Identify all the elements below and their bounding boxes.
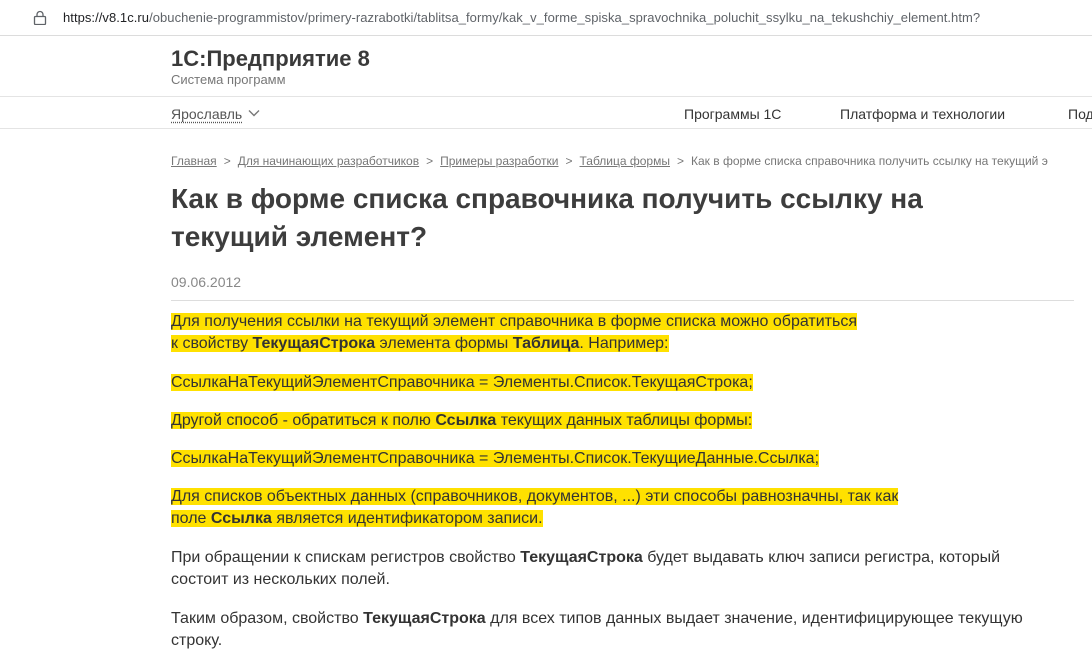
highlighted-text: Другой способ - обратиться к полю Ссылка… bbox=[171, 412, 753, 429]
breadcrumb-separator: > bbox=[223, 154, 231, 168]
highlighted-text: Для получения ссылки на текущий элемент … bbox=[171, 313, 857, 330]
text-span: Таким образом, свойство bbox=[171, 610, 364, 627]
text-span: . Например: bbox=[579, 335, 669, 352]
nav-link-programs[interactable]: Программы 1С bbox=[684, 106, 781, 122]
nav-link-platform[interactable]: Платформа и технологии bbox=[840, 106, 1005, 122]
url-text[interactable]: https://v8.1c.ru/obuchenie-programmistov… bbox=[63, 10, 980, 25]
url-path: /obuchenie-programmistov/primery-razrabo… bbox=[149, 10, 981, 25]
brand-subtitle: Система программ bbox=[171, 72, 286, 87]
text-span: строку. bbox=[171, 632, 223, 649]
breadcrumb-home[interactable]: Главная bbox=[171, 154, 217, 168]
page-title-line1: Как в форме списка справочника получить … bbox=[171, 183, 923, 214]
nav-link-more[interactable]: Под bbox=[1068, 106, 1092, 122]
article-paragraph-1: Для получения ссылки на текущий элемент … bbox=[171, 311, 857, 355]
text-span: является идентификатором записи. bbox=[271, 510, 543, 527]
browser-address-bar[interactable]: https://v8.1c.ru/obuchenie-programmistov… bbox=[0, 0, 1092, 36]
breadcrumb-separator: > bbox=[565, 154, 573, 168]
lock-icon[interactable] bbox=[33, 10, 47, 25]
bold-term: Таблица bbox=[512, 335, 580, 352]
publish-date: 09.06.2012 bbox=[171, 274, 242, 290]
main-nav: Ярославль Программы 1С Платформа и техно… bbox=[0, 98, 1092, 129]
text-span: Другой способ - обратиться к полю bbox=[171, 412, 436, 429]
chevron-down-icon[interactable] bbox=[248, 109, 260, 117]
text-span: текущих данных таблицы формы: bbox=[496, 412, 753, 429]
text-span: При обращении к спискам регистров свойст… bbox=[171, 549, 521, 566]
city-selector[interactable]: Ярославль bbox=[171, 106, 242, 122]
bold-term: ТекущаяСтрока bbox=[363, 610, 486, 627]
breadcrumb-current: Как в форме списка справочника получить … bbox=[691, 154, 1048, 168]
breadcrumb-form-table[interactable]: Таблица формы bbox=[580, 154, 670, 168]
divider bbox=[171, 300, 1074, 301]
highlighted-text: СсылкаНаТекущийЭлементСправочника = Элем… bbox=[171, 450, 820, 467]
page-title-line2: текущий элемент? bbox=[171, 221, 428, 252]
bold-term: ТекущаяСтрока bbox=[252, 335, 376, 352]
text-span: к свойству bbox=[171, 335, 253, 352]
breadcrumb-separator: > bbox=[426, 154, 434, 168]
site-header: 1С:Предприятие 8 Система программ bbox=[0, 37, 1092, 97]
url-host: https://v8.1c.ru bbox=[63, 10, 150, 25]
code-line-2: СсылкаНаТекущийЭлементСправочника = Элем… bbox=[171, 448, 820, 470]
text-span: поле bbox=[171, 510, 211, 527]
highlighted-text: Для списков объектных данных (справочник… bbox=[171, 488, 899, 505]
breadcrumb-examples[interactable]: Примеры разработки bbox=[440, 154, 558, 168]
text-span: состоит из нескольких полей. bbox=[171, 571, 390, 588]
breadcrumb: Главная > Для начинающих разработчиков > При… bbox=[171, 154, 1048, 168]
article-paragraph-4: При обращении к спискам регистров свойст… bbox=[171, 547, 1000, 591]
page-title: Как в форме списка справочника получить … bbox=[171, 180, 1051, 256]
bold-term: ТекущаяСтрока bbox=[520, 549, 643, 566]
text-span: будет выдавать ключ записи регистра, кот… bbox=[642, 549, 1001, 566]
highlighted-text: СсылкаНаТекущийЭлементСправочника = Элем… bbox=[171, 374, 753, 391]
article-paragraph-3: Для списков объектных данных (справочник… bbox=[171, 486, 899, 530]
highlighted-text: к свойству ТекущаяСтрока элемента формы … bbox=[171, 335, 669, 352]
bold-term: Ссылка bbox=[435, 412, 497, 429]
text-span: элемента формы bbox=[375, 335, 513, 352]
highlighted-text: поле Ссылка является идентификатором зап… bbox=[171, 510, 543, 527]
article-paragraph-2: Другой способ - обратиться к полю Ссылка… bbox=[171, 410, 753, 432]
code-line-1: СсылкаНаТекущийЭлементСправочника = Элем… bbox=[171, 372, 753, 394]
article-paragraph-5: Таким образом, свойство ТекущаяСтрока дл… bbox=[171, 608, 1023, 652]
breadcrumb-beginners[interactable]: Для начинающих разработчиков bbox=[238, 154, 419, 168]
bold-term: Ссылка bbox=[210, 510, 272, 527]
breadcrumb-separator: > bbox=[676, 154, 684, 168]
text-span: для всех типов данных выдает значение, и… bbox=[485, 610, 1023, 627]
brand-title[interactable]: 1С:Предприятие 8 bbox=[171, 46, 370, 72]
